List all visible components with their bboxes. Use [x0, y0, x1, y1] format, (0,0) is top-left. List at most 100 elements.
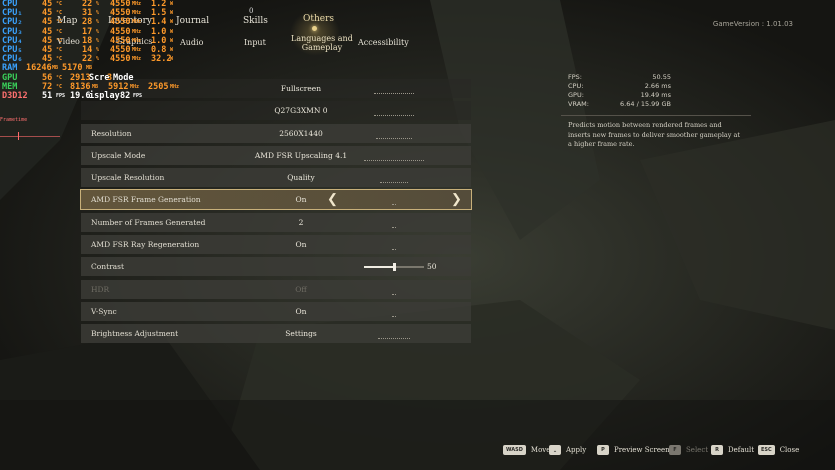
osd-unit: % — [96, 10, 100, 17]
setting-value: On — [295, 195, 307, 205]
hint-label: Move — [530, 446, 551, 454]
option-indicator — [374, 93, 414, 95]
setting-value: 2 — [298, 217, 304, 227]
settings-list: Fullscreen Q27G3XMN 0 Resolution 2560X1440 U… — [80, 79, 472, 347]
osd-unit: MHz — [132, 37, 142, 44]
osd-unit: MB — [52, 65, 59, 72]
subtab-audio[interactable]: Audio — [180, 38, 203, 47]
key-default-icon: R — [711, 445, 723, 455]
info-divider — [561, 115, 751, 116]
contrast-value: 50 — [427, 262, 437, 272]
key-apply-icon: ⎵ — [549, 445, 561, 455]
setting-label: Upscale Resolution — [91, 173, 165, 183]
option-indicator — [378, 338, 410, 340]
osd-unit: W — [170, 1, 174, 7]
frametime-label: Frametime — [0, 117, 28, 123]
next-option-arrow-icon[interactable]: ❯ — [451, 192, 462, 207]
hint-close[interactable]: ESC Close — [758, 445, 799, 455]
setting-row-upscale-resolution[interactable]: Upscale Resolution Quality — [81, 168, 471, 188]
info-stat-row: GPU: 19.49 ms — [561, 91, 751, 100]
osd-display-fps: 82 — [120, 90, 131, 101]
osd-cpu-load: 22 — [82, 54, 93, 65]
setting-value: On — [295, 240, 307, 250]
active-tab-indicator — [312, 26, 317, 31]
key-move-icon: WASD — [503, 445, 526, 455]
setting-value: Settings — [285, 329, 317, 339]
info-stat-label: VRAM: — [568, 100, 589, 108]
osd-unit: % — [96, 19, 100, 26]
setting-row-display-2[interactable]: Q27G3XMN 0 — [81, 101, 471, 121]
setting-row-v-sync[interactable]: V-Sync On — [81, 301, 471, 321]
osd-unit: % — [96, 46, 100, 53]
osd-unit: °C — [56, 46, 63, 53]
info-panel: FPS: 50.55 CPU: 2.66 ms GPU: 19.49 ms VRAM: 6.6… — [561, 73, 751, 150]
setting-label: V-Sync — [91, 306, 117, 316]
setting-row-brightness-adjustment[interactable]: Brightness Adjustment Settings — [81, 324, 471, 344]
subtab-languages-gameplay[interactable]: Languages and Gameplay — [291, 34, 353, 52]
osd-cpu-clock: 4550 — [110, 54, 131, 65]
option-indicator — [380, 182, 408, 184]
setting-row-upscale-mode[interactable]: Upscale Mode AMD FSR Upscaling 4.1 — [81, 145, 471, 165]
osd-mem-power: 2505 — [148, 81, 169, 92]
osd-unit: MHz — [132, 46, 142, 53]
osd-unit: W — [170, 37, 174, 44]
osd-unit: W — [170, 10, 174, 17]
setting-value: AMD FSR Upscaling 4.1 — [254, 150, 348, 160]
setting-row-amd-fsr-ray-regeneration[interactable]: AMD FSR Ray Regeneration On — [81, 235, 471, 255]
skills-badge: 0 — [249, 7, 254, 15]
setting-row-amd-fsr-frame-generation[interactable]: AMD FSR Frame Generation On ❮ ❯ — [80, 189, 472, 211]
frametime-graph-tick — [18, 132, 19, 140]
info-stat-label: FPS: — [568, 73, 582, 81]
setting-row-contrast[interactable]: Contrast 50 — [81, 257, 471, 277]
hint-label: Preview Screen — [614, 446, 670, 454]
key-select-icon: F — [669, 445, 681, 455]
setting-row-resolution[interactable]: Resolution 2560X1440 — [81, 123, 471, 143]
setting-label: Number of Frames Generated — [91, 217, 206, 227]
setting-description: Predicts motion between rendered frames … — [568, 121, 741, 148]
setting-label: Brightness Adjustment — [91, 329, 179, 339]
setting-label: Resolution — [91, 128, 132, 138]
option-indicator — [364, 159, 424, 162]
tab-others[interactable]: Others — [303, 14, 334, 24]
hint-apply[interactable]: ⎵ Apply — [549, 445, 586, 455]
osd-unit: MHz — [170, 83, 180, 90]
tab-skills[interactable]: Skills — [243, 16, 268, 26]
previous-option-arrow-icon[interactable]: ❮ — [327, 192, 338, 207]
osd-unit: MHz — [130, 83, 140, 90]
hint-preview-screen[interactable]: P Preview Screen — [597, 445, 670, 455]
subtab-input[interactable]: Input — [244, 38, 266, 47]
setting-label: Contrast — [91, 262, 125, 272]
setting-row-number-of-frames-generated[interactable]: Number of Frames Generated 2 — [81, 212, 471, 232]
osd-unit: °C — [56, 74, 63, 81]
setting-value: Quality — [287, 173, 315, 183]
key-close-icon: ESC — [758, 445, 775, 455]
osd-unit: % — [96, 56, 100, 63]
info-stat-value: 6.64 / 15.99 GB — [620, 100, 671, 108]
frametime-graph — [0, 136, 60, 137]
info-stat-label: GPU: — [568, 91, 584, 99]
osd-unit: W — [170, 56, 174, 63]
hint-label: Select — [686, 446, 709, 454]
contrast-slider-handle[interactable] — [393, 263, 396, 272]
tab-journal[interactable]: Journal — [176, 16, 209, 26]
osd-api-name: D3D12 — [2, 90, 28, 101]
setting-label: HDR — [91, 284, 110, 294]
info-stat-row: VRAM: 6.64 / 15.99 GB — [561, 100, 751, 109]
osd-unit: °C — [56, 83, 63, 90]
osd-unit: °C — [56, 19, 63, 26]
subtab-accessibility[interactable]: Accessibility — [358, 38, 409, 47]
osd-unit: W — [170, 19, 174, 26]
osd-unit: % — [96, 1, 100, 7]
hint-move[interactable]: WASD Move — [503, 445, 550, 455]
setting-label: AMD FSR Ray Regeneration — [91, 240, 200, 250]
osd-unit: MHz — [132, 19, 142, 26]
option-indicator — [392, 293, 396, 296]
hint-default[interactable]: R Default — [711, 445, 754, 455]
osd-unit: % — [96, 37, 100, 44]
osd-unit: MHz — [132, 1, 142, 7]
osd-frametime-value: 19.6 — [70, 90, 91, 101]
info-stat-label: CPU: — [568, 82, 584, 90]
osd-fragment: isplay — [89, 90, 120, 101]
setting-row-hdr: HDR Off — [81, 279, 471, 299]
osd-unit: °C — [56, 28, 63, 35]
